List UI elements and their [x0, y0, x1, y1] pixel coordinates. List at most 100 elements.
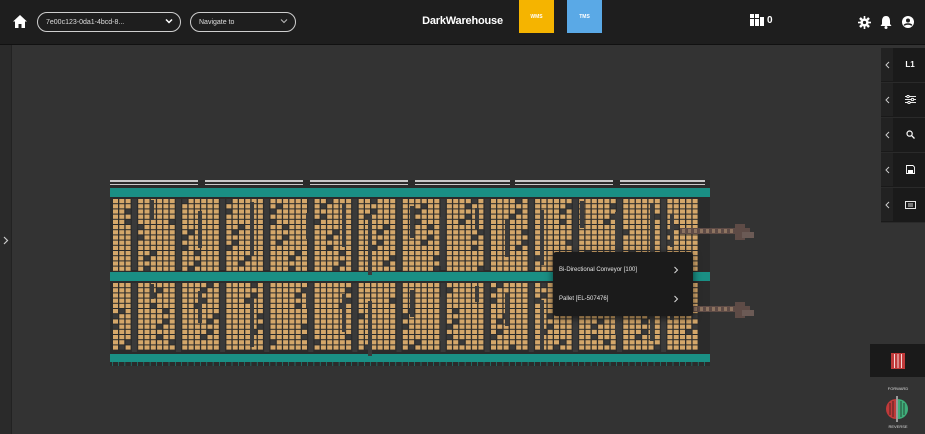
rack-slot: [169, 219, 175, 224]
tool-save[interactable]: [881, 153, 925, 188]
wms-badge[interactable]: WMS: [519, 0, 554, 33]
rack-slot: [585, 329, 591, 334]
rack-slot: [377, 251, 383, 256]
rack-slot: [302, 309, 307, 314]
rack-slot: [547, 209, 553, 214]
rack-slot: [428, 283, 433, 288]
rack-slot: [119, 309, 125, 314]
rack-slot: [491, 209, 496, 214]
rack-slot: [491, 329, 496, 334]
rack-slot: [535, 230, 541, 235]
rack-slot: [283, 261, 289, 266]
search-icon[interactable]: [895, 118, 925, 151]
rack-slot: [390, 204, 396, 209]
panel-icon[interactable]: [895, 188, 925, 221]
rack-slot: [390, 225, 396, 230]
rack-slot: [428, 245, 433, 250]
bell-icon[interactable]: [879, 15, 893, 29]
left-panel-handle[interactable]: [0, 45, 12, 434]
context-item-pallet[interactable]: Pallet [EL-507476]: [553, 284, 693, 314]
rack-slot: [314, 261, 320, 266]
rack-slot: [377, 309, 383, 314]
rack-slot: [163, 303, 169, 308]
rack-slot: [245, 209, 251, 214]
rack-slot: [421, 293, 427, 298]
rack-slot: [150, 319, 156, 324]
rack-slot: [207, 288, 213, 293]
rack-slot: [654, 214, 660, 219]
rack-slot: [302, 345, 307, 350]
rack-slot: [169, 335, 175, 340]
context-item-conveyor[interactable]: Bi-Directional Conveyor [100]: [553, 255, 693, 285]
aisle: [264, 199, 270, 270]
rack-slot: [673, 204, 679, 209]
tms-badge[interactable]: TMS: [567, 0, 602, 33]
rack-slot: [383, 324, 389, 329]
rack-slot: [579, 230, 585, 235]
rack-slot: [390, 293, 396, 298]
rack-slot: [377, 199, 383, 204]
rack-slot: [270, 230, 276, 235]
rack-slot: [428, 240, 433, 245]
chevron-left-icon[interactable]: [881, 83, 893, 116]
chevron-left-icon[interactable]: [881, 153, 893, 186]
rack-slot: [283, 309, 289, 314]
rack-slot: [585, 225, 591, 230]
rack-slot: [333, 209, 339, 214]
rack-slot: [566, 324, 572, 329]
rack-slot: [453, 219, 459, 224]
home-icon[interactable]: [12, 13, 28, 29]
save-icon[interactable]: [895, 153, 925, 186]
rack-slot: [434, 209, 440, 214]
rack-slot: [491, 219, 496, 224]
rack-slot: [270, 340, 276, 345]
rack-slot: [257, 219, 263, 224]
rack-slot: [522, 240, 528, 245]
rack-slot: [226, 309, 232, 314]
rack-slot: [522, 340, 528, 345]
rack-slot: [182, 225, 188, 230]
instance-select[interactable]: 7e00c123-0da1-4bcd-8...: [37, 12, 181, 32]
rack-slot: [591, 245, 597, 250]
stop-button[interactable]: [870, 344, 925, 377]
tool-search[interactable]: [881, 118, 925, 153]
rack-slot: [446, 303, 452, 308]
rack-slot: [453, 245, 459, 250]
rack-slot: [346, 225, 352, 230]
rack-slot: [276, 199, 282, 204]
navigate-select[interactable]: Navigate to: [190, 12, 296, 32]
rack-slot: [629, 345, 635, 350]
rack-slot: [144, 251, 150, 256]
direction-toggle[interactable]: [884, 396, 910, 427]
rack-slot: [390, 283, 396, 288]
level-label[interactable]: L1: [895, 48, 925, 81]
rack-slot: [289, 314, 295, 319]
rack-slot: [522, 324, 528, 329]
chevron-left-icon[interactable]: [881, 188, 893, 221]
chevron-left-icon[interactable]: [881, 118, 893, 151]
tool-panel[interactable]: [881, 188, 925, 223]
rack-slot: [522, 335, 528, 340]
rack-slot: [547, 256, 553, 261]
sliders-icon[interactable]: [895, 83, 925, 116]
gear-icon[interactable]: [857, 15, 871, 29]
rack-slot: [465, 204, 471, 209]
rack-slot: [560, 245, 566, 250]
rack-slot: [125, 204, 131, 209]
rack-slot: [113, 324, 118, 329]
rack-slot: [478, 340, 484, 345]
rack-slot: [333, 335, 339, 340]
tool-filters[interactable]: [881, 83, 925, 118]
tool-level[interactable]: L1: [881, 48, 925, 83]
rack-slot: [207, 209, 213, 214]
rack-slot: [509, 340, 515, 345]
user-icon[interactable]: [901, 15, 915, 29]
rack-slot: [377, 219, 383, 224]
rack-slot: [465, 324, 471, 329]
rack-slot: [516, 335, 522, 340]
rack-slot: [371, 283, 377, 288]
rack-slot: [598, 235, 604, 240]
robot-lane: [198, 291, 202, 323]
chevron-left-icon[interactable]: [881, 48, 893, 81]
rack-slot: [635, 219, 641, 224]
